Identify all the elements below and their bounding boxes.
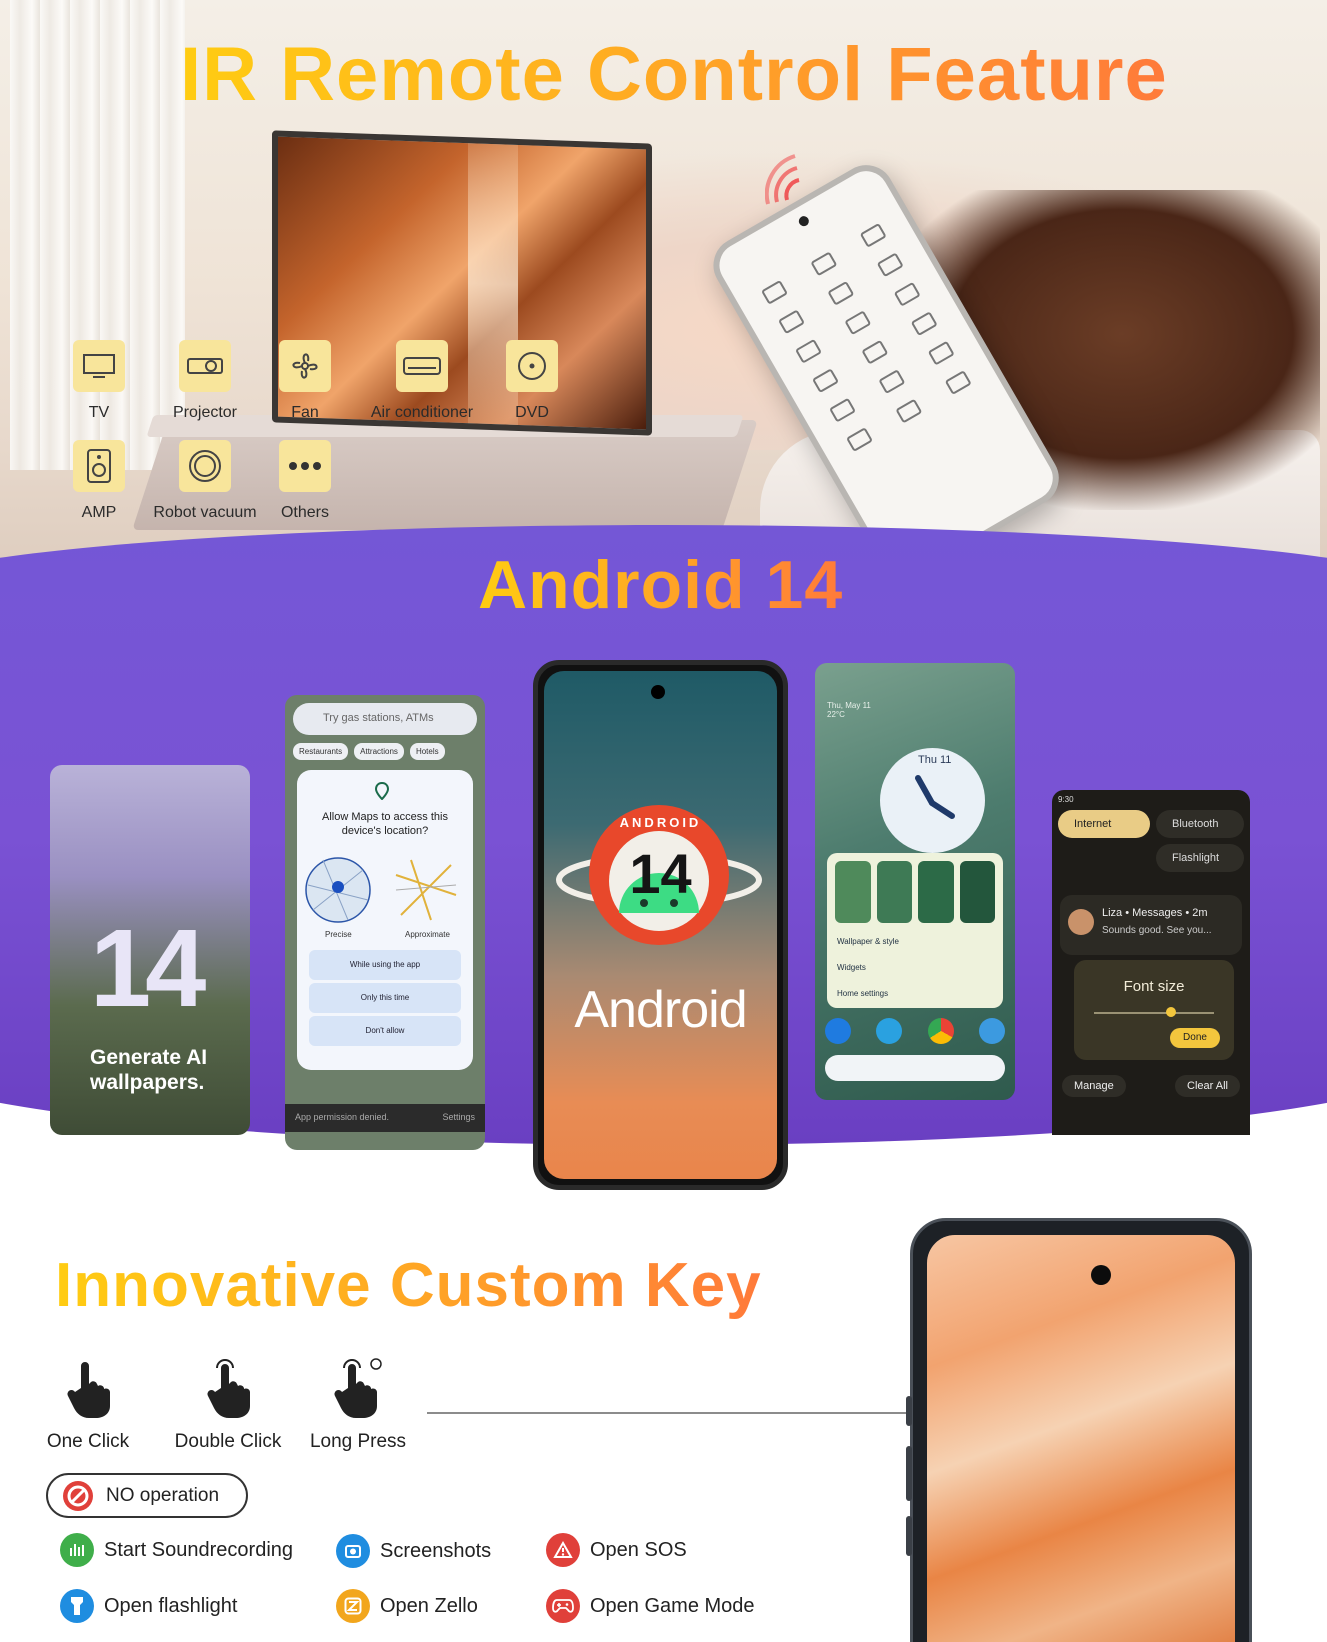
manage-button[interactable]: Manage [1062,1075,1126,1097]
version-number: 14 [90,907,206,1030]
font-size-dialog: Font size Done [1074,960,1234,1060]
location-permission-dialog: Allow Maps to access this device's locat… [297,770,473,1070]
dock [825,1018,1005,1044]
android-section: Android 14 14 Generate AI wallpapers. Tr… [0,525,1327,1205]
approximate-map-icon [395,859,457,921]
message-notification[interactable]: Liza • Messages • 2m Sounds good. See yo… [1060,895,1242,955]
custom-key-button[interactable] [906,1396,912,1426]
tap-hand-icon [67,1362,110,1418]
double-tap-hand-icon [207,1359,250,1418]
logo-version: 14 [629,842,692,905]
maps-search-bar: Try gas stations, ATMs [293,703,477,735]
robot-vacuum-icon [189,450,221,482]
flashlight-icon [60,1589,94,1623]
quick-settings-screen: 9:30 Internet Bluetooth Flashlight Liza … [1052,790,1250,1135]
device-grid: TV Projector Fan Air conditioner DVD AMP… [60,340,580,540]
menu-wallpaper-style[interactable]: Wallpaper & style [837,937,899,946]
gesture-long-press: Long Press [298,1358,418,1453]
font-size-slider[interactable] [1094,1012,1214,1014]
sound-recording-icon [60,1533,94,1567]
volume-button[interactable] [906,1446,912,1501]
fan-icon [292,353,318,379]
device-others: Others [240,440,370,522]
dvd-icon [518,352,546,380]
home-date: Thu, May 11 22°C [827,701,871,719]
more-dots-icon [289,462,321,470]
avatar [1068,909,1094,935]
gesture-one-click: One Click [28,1358,148,1453]
maps-chips: Restaurants Attractions Hotels [293,743,477,760]
key-pointer-line [427,1412,912,1414]
gamepad-icon [546,1589,580,1623]
custom-key-phone [906,1218,1252,1642]
custom-key-title: Innovative Custom Key [55,1248,762,1324]
front-camera-icon [651,685,665,699]
air-conditioner-icon [403,357,441,375]
snackbar: App permission denied. Settings [285,1104,485,1132]
option-while-using[interactable]: While using the app [309,950,461,980]
android-wordmark: Android [574,981,747,1039]
ai-wallpaper-screen: 14 Generate AI wallpapers. [50,765,250,1135]
wallpaper-caption: Generate AI wallpapers. [90,1046,208,1094]
menu-home-settings[interactable]: Home settings [837,989,888,998]
tile-flashlight[interactable]: Flashlight [1156,844,1244,872]
long-press-hand-icon [334,1358,382,1418]
action-start-soundrecording[interactable]: Start Soundrecording [60,1533,293,1567]
permission-prompt: Allow Maps to access this device's locat… [322,811,448,837]
prohibited-icon [63,1480,93,1511]
location-pin-icon [375,782,389,800]
tile-bluetooth[interactable]: Bluetooth [1156,810,1244,838]
phone-app-icon[interactable] [825,1018,851,1044]
action-open-flashlight[interactable]: Open flashlight [60,1589,237,1623]
android-title: Android 14 [478,547,844,623]
clock-widget: Thu 11 [880,748,985,853]
maps-permission-screen: Try gas stations, ATMs Restaurants Attra… [285,695,485,1150]
menu-widgets[interactable]: Widgets [837,963,866,972]
tile-internet[interactable]: Internet [1058,810,1150,838]
tv-icon [83,354,115,378]
device-dvd: DVD [467,340,597,422]
ir-title: IR Remote Control Feature [180,30,1168,120]
action-open-sos[interactable]: Open SOS [546,1533,687,1567]
front-camera-icon [1091,1265,1111,1285]
action-open-zello[interactable]: Open Zello [336,1589,478,1623]
snackbar-settings-link[interactable]: Settings [442,1112,475,1124]
status-time: 9:30 [1058,795,1074,804]
maps-app-icon[interactable] [978,1018,1005,1044]
gesture-double-click: Double Click [168,1358,288,1453]
logo-badge-text: ANDROID [619,815,702,830]
home-screen: Thu, May 11 22°C Thu 11 Wallpaper & style… [815,663,1015,1100]
telegram-app-icon[interactable] [876,1018,903,1044]
google-search-bar[interactable] [825,1055,1005,1081]
sos-warning-icon [546,1533,580,1567]
action-open-game-mode[interactable]: Open Game Mode [546,1589,755,1623]
home-long-press-menu: Wallpaper & style Widgets Home settings [827,853,1003,1008]
screenshot-icon [336,1534,370,1568]
done-button[interactable]: Done [1170,1028,1220,1048]
option-only-this-time[interactable]: Only this time [309,983,461,1013]
zello-icon [336,1589,370,1623]
precise-map-icon [305,857,371,923]
amp-speaker-icon [87,449,111,483]
android-14-phone: ANDROID 14 Android [533,660,788,1190]
camera-icon [797,214,811,228]
option-dont-allow[interactable]: Don't allow [309,1016,461,1046]
projector-icon [187,358,223,374]
chrome-app-icon[interactable] [927,1018,954,1044]
clear-all-button[interactable]: Clear All [1175,1075,1240,1097]
clock-hands-icon [915,775,955,819]
action-screenshots[interactable]: Screenshots [336,1534,491,1568]
device-fan: Fan [240,340,370,422]
no-operation-option[interactable]: NO operation [46,1473,248,1518]
slider-thumb[interactable] [1166,1007,1176,1017]
power-button[interactable] [906,1516,912,1556]
